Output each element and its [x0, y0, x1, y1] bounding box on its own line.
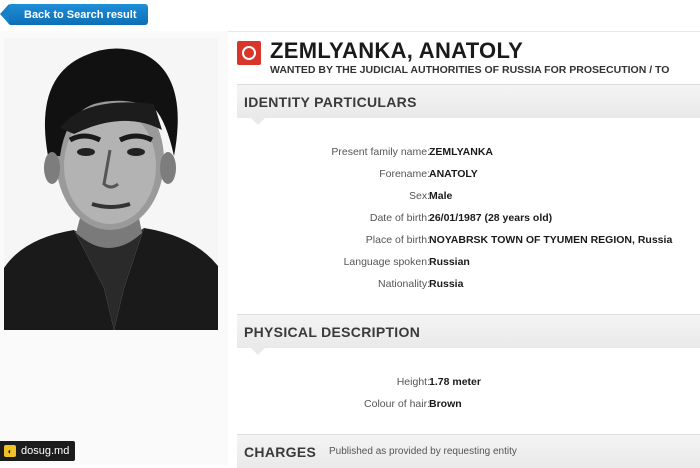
- detail-label: Language spoken:: [343, 256, 430, 268]
- detail-label: Sex:: [408, 190, 430, 202]
- detail-label: Date of birth:: [369, 212, 430, 224]
- section-title: IDENTITY PARTICULARS: [244, 94, 417, 110]
- detail-value: 26/01/1987 (28 years old): [429, 212, 553, 224]
- section-title: CHARGES: [244, 444, 317, 460]
- back-button-label: Back to Search result: [24, 8, 137, 21]
- detail-row-date-of-birth: Date of birth: 26/01/1987 (28 years old): [237, 212, 700, 230]
- detail-value: 1.78 meter: [429, 376, 481, 388]
- detail-label: Present family name:: [331, 146, 430, 158]
- section-identity-particulars: IDENTITY PARTICULARS: [237, 84, 700, 125]
- detail-value: NOYABRSK TOWN OF TYUMEN REGION, Russia: [429, 234, 673, 246]
- detail-value: Brown: [429, 398, 462, 410]
- section-subtitle: Published as provided by requesting enti…: [329, 446, 517, 457]
- detail-value: Male: [429, 190, 453, 202]
- detail-label: Colour of hair:: [364, 398, 430, 410]
- detail-row-height: Height: 1.78 meter: [237, 376, 700, 394]
- detail-label: Place of birth:: [365, 234, 430, 246]
- detail-label: Forename:: [379, 168, 430, 180]
- section-charges: CHARGES Published as provided by request…: [237, 434, 700, 468]
- watermark-text: dosug.md: [21, 445, 70, 457]
- detail-row-language: Language spoken: Russian: [237, 256, 700, 274]
- watermark-logo-icon: ◐: [4, 445, 16, 457]
- detail-label: Height:: [396, 376, 430, 388]
- detail-row-family-name: Present family name: ZEMLYANKA: [237, 146, 700, 164]
- detail-value: ZEMLYANKA: [429, 146, 493, 158]
- page-title: ZEMLYANKA, ANATOLY: [270, 38, 524, 63]
- red-notice-icon: [237, 41, 261, 65]
- top-bar: Back to Search result: [0, 0, 700, 32]
- detail-row-forename: Forename: ANATOLY: [237, 168, 700, 186]
- detail-value: ANATOLY: [429, 168, 478, 180]
- detail-row-nationality: Nationality: Russia: [237, 278, 700, 296]
- detail-row-hair-colour: Colour of hair: Brown: [237, 398, 700, 416]
- detail-row-place-of-birth: Place of birth: NOYABRSK TOWN OF TYUMEN …: [237, 234, 700, 252]
- section-title: PHYSICAL DESCRIPTION: [244, 324, 421, 340]
- detail-row-sex: Sex: Male: [237, 190, 700, 208]
- detail-value: Russia: [429, 278, 464, 290]
- suspect-photo: [4, 38, 218, 330]
- section-physical-description: PHYSICAL DESCRIPTION: [237, 314, 700, 355]
- detail-value: Russian: [429, 256, 470, 268]
- detail-label: Nationality:: [378, 278, 430, 290]
- back-to-search-button[interactable]: Back to Search result: [0, 4, 148, 25]
- arrow-left-icon: [0, 4, 9, 24]
- wanted-by-text: WANTED BY THE JUDICIAL AUTHORITIES OF RU…: [270, 64, 670, 76]
- watermark: ◐ dosug.md: [0, 441, 76, 461]
